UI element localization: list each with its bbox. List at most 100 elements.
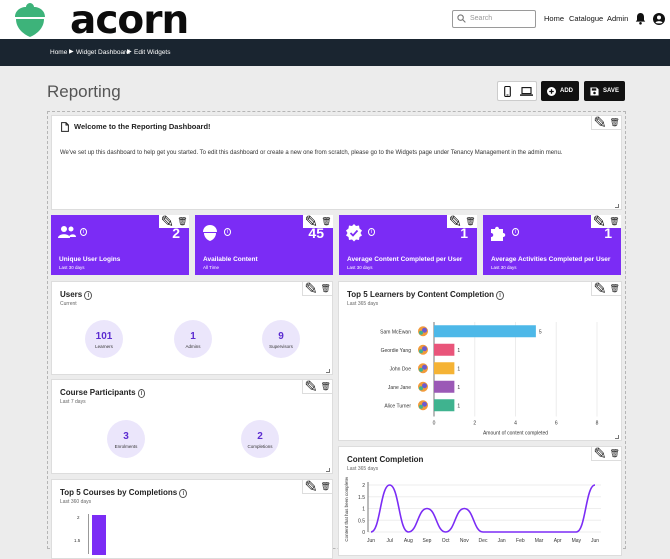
x-tick-label: Aug <box>404 538 413 544</box>
tile-subtitle: All Time <box>203 265 220 270</box>
bar-value-label: 1 <box>457 348 460 354</box>
learner-bar <box>434 380 455 393</box>
avatar-icon <box>418 344 428 355</box>
widget-controls: ✎ 🗑 <box>591 444 621 464</box>
x-tick-label: Jun <box>591 538 599 544</box>
bar-value-label: 1 <box>457 385 460 391</box>
info-icon[interactable]: i <box>368 228 376 236</box>
learner-bar <box>434 343 455 356</box>
participants-subtitle: Last 7 days <box>60 399 86 405</box>
avatar-icon <box>418 400 428 411</box>
delete-icon[interactable]: 🗑 <box>609 118 619 127</box>
welcome-widget: Welcome to the Reporting Dashboard! We'v… <box>51 115 622 210</box>
x-axis-label: Amount of content completed <box>483 431 548 437</box>
widget-controls: ✎ 🗑 <box>591 113 621 133</box>
learners-chart-title: Top 5 Learners by Content Completion i <box>347 290 504 300</box>
info-icon[interactable]: i <box>512 228 520 236</box>
x-tick-label: Oct <box>442 538 450 544</box>
save-button[interactable]: SAVE <box>584 81 625 101</box>
delete-icon[interactable]: 🗑 <box>609 284 619 293</box>
add-widget-button[interactable]: ADD <box>541 81 579 101</box>
learner-bar <box>434 399 455 412</box>
x-tick-label: Dec <box>479 538 488 544</box>
edit-icon[interactable]: ✎ <box>304 279 317 299</box>
info-icon[interactable]: i <box>80 228 88 236</box>
top-learners-widget: Top 5 Learners by Content Completion i L… <box>338 281 622 441</box>
info-icon[interactable]: i <box>224 228 232 236</box>
info-icon[interactable]: i <box>179 489 187 498</box>
top-courses-subtitle: Last 360 days <box>60 499 92 505</box>
mobile-view-icon[interactable] <box>504 86 511 97</box>
avatar-icon <box>418 381 428 392</box>
delete-icon[interactable]: 🗑 <box>320 482 330 491</box>
breadcrumb-widget-dashboard[interactable]: Widget Dashboard <box>76 49 130 56</box>
learners-bar-chart: 0 2 4 6 8 Sam McEwan 5 Geordie Yang 1 John Doe 1 Ja… <box>380 322 599 437</box>
delete-icon[interactable]: 🗑 <box>320 382 330 391</box>
category-label: Geordie Yang <box>381 348 412 354</box>
x-tick-label: Jun <box>367 538 375 544</box>
bar-value-label: 1 <box>457 403 460 409</box>
account-icon[interactable] <box>653 13 665 25</box>
tile-label: Average Activities Completed per User <box>491 256 611 263</box>
resize-handle[interactable] <box>615 435 619 439</box>
breadcrumb-arrow-icon: ▶ <box>69 49 74 55</box>
participants-title: Course Participants i <box>60 388 146 398</box>
x-tick-label: 0 <box>433 421 436 427</box>
y-tick-label: 2 <box>362 483 365 489</box>
x-tick-label: Mar <box>535 538 544 544</box>
users-icon <box>58 226 76 238</box>
info-icon[interactable]: i <box>84 291 93 300</box>
x-tick-label: 2 <box>473 421 476 427</box>
search-input[interactable]: Search <box>452 10 536 28</box>
tile-subtitle: Last 30 days <box>347 265 373 270</box>
y-tick-label: 0.5 <box>358 518 365 524</box>
bell-icon[interactable] <box>635 12 646 25</box>
y-tick-label: 2 <box>77 515 80 520</box>
widget-controls: ✎ 🗑 <box>302 377 332 397</box>
site-logo[interactable]: acorn <box>14 0 189 43</box>
info-icon[interactable]: i <box>137 389 146 398</box>
edit-icon[interactable]: ✎ <box>304 477 317 497</box>
delete-icon[interactable]: 🗑 <box>609 449 619 458</box>
badge-check-icon <box>346 224 362 242</box>
logo-text: acorn <box>70 0 189 43</box>
delete-icon[interactable]: 🗑 <box>320 284 330 293</box>
edit-icon[interactable]: ✎ <box>593 444 606 464</box>
breadcrumb: Home ▶ Widget Dashboard ▶ Edit Widgets <box>0 39 670 66</box>
bar-value-label: 1 <box>457 366 460 372</box>
x-tick-label: Jul <box>386 538 392 544</box>
welcome-title: Welcome to the Reporting Dashboard! <box>74 122 211 131</box>
y-tick-label: 1 <box>362 507 365 513</box>
edit-icon[interactable]: ✎ <box>304 377 317 397</box>
add-button-label: ADD <box>560 88 573 94</box>
content-completion-widget: Content Completion Last 365 days 0 0.5 1 1.… <box>338 446 622 556</box>
course-bar <box>92 515 106 555</box>
x-tick-label: Feb <box>516 538 525 544</box>
nav-catalogue[interactable]: Catalogue <box>569 14 603 23</box>
x-tick-label: Sep <box>423 538 432 544</box>
resize-handle[interactable] <box>615 204 619 208</box>
tile-value: 45 <box>308 225 324 241</box>
x-tick-label: Apr <box>554 538 562 544</box>
add-circle-icon <box>547 86 556 96</box>
breadcrumb-home[interactable]: Home <box>50 49 67 56</box>
tile-value: 1 <box>604 225 612 241</box>
tile-value: 1 <box>460 225 468 241</box>
desktop-view-icon[interactable] <box>520 87 533 96</box>
nav-admin[interactable]: Admin <box>607 14 628 23</box>
edit-icon[interactable]: ✎ <box>593 113 606 133</box>
category-label: Alice Turner <box>384 403 411 409</box>
edit-icon[interactable]: ✎ <box>593 279 606 299</box>
x-tick-label: 6 <box>555 421 558 427</box>
acorn-icon <box>203 225 217 241</box>
stat-tile: i ✎ 🗑 45 Available Content All Time <box>195 214 333 275</box>
resize-handle[interactable] <box>326 468 330 472</box>
supervisors-stat: 9 Supervisors <box>262 320 300 358</box>
resize-handle[interactable] <box>326 369 330 373</box>
info-icon[interactable]: i <box>496 291 504 300</box>
nav-home[interactable]: Home <box>544 14 564 23</box>
top-courses-widget: Top 5 Courses by Completions i Last 360 … <box>51 479 333 559</box>
category-label: Jane Jane <box>388 385 411 391</box>
save-button-label: SAVE <box>603 88 619 94</box>
users-widget: Users i Current 101 Learners 1 Admins 9 Sup… <box>51 281 333 375</box>
